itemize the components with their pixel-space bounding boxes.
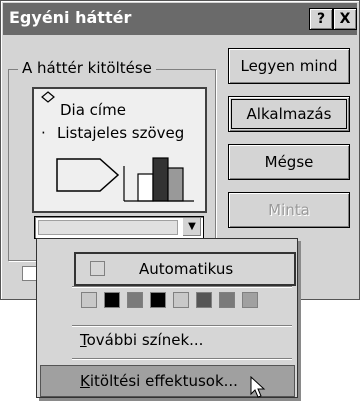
automatic-swatch: [90, 261, 105, 276]
bar-chart-icon: [123, 157, 194, 202]
menu-separator: [72, 325, 292, 327]
color-swatch[interactable]: [81, 292, 97, 308]
combo-color-sample: [38, 220, 178, 235]
color-swatch[interactable]: [196, 292, 212, 308]
preview-bullet-text: Listajeles szöveg: [57, 124, 185, 142]
close-button[interactable]: X: [333, 8, 357, 30]
apply-button[interactable]: Alkalmazás: [228, 96, 350, 132]
color-swatch[interactable]: [127, 292, 143, 308]
fill-effects-text: Kitöltési effektusok...: [80, 372, 238, 390]
color-swatch[interactable]: [104, 292, 120, 308]
help-button[interactable]: ?: [309, 8, 333, 30]
color-swatch[interactable]: [173, 292, 189, 308]
cancel-button[interactable]: Mégse: [228, 144, 350, 180]
diamond-icon: [41, 91, 55, 103]
more-colors-accel: T: [80, 331, 87, 349]
preview-bullet: ·: [41, 124, 46, 142]
omit-background-checkbox[interactable]: [22, 266, 37, 281]
fill-effects-accel: K: [80, 372, 90, 390]
menu-separator: [72, 286, 292, 288]
apply-all-button[interactable]: Legyen mind: [228, 48, 350, 84]
automatic-label: Automatikus: [139, 260, 234, 278]
preview-title-text: Dia címe: [60, 101, 126, 119]
color-swatch[interactable]: [150, 292, 166, 308]
title-bar: Egyéni háttér ? X: [3, 3, 357, 35]
arrow-shape-icon: [56, 158, 120, 192]
mouse-pointer-icon: [250, 376, 266, 398]
color-swatch[interactable]: [219, 292, 235, 308]
dialog-title: Egyéni háttér: [9, 8, 132, 27]
more-colors-label: ovábbi színek...: [86, 331, 204, 349]
more-colors-menu-item[interactable]: További színek...: [80, 331, 203, 349]
preview-button[interactable]: Minta: [228, 192, 350, 228]
group-label: A háttér kitöltése: [18, 59, 156, 77]
fill-effects-label: itöltési effektusok...: [89, 372, 238, 390]
chevron-down-icon[interactable]: ▼: [182, 218, 201, 236]
menu-separator: [72, 358, 292, 360]
color-swatch[interactable]: [242, 292, 258, 308]
